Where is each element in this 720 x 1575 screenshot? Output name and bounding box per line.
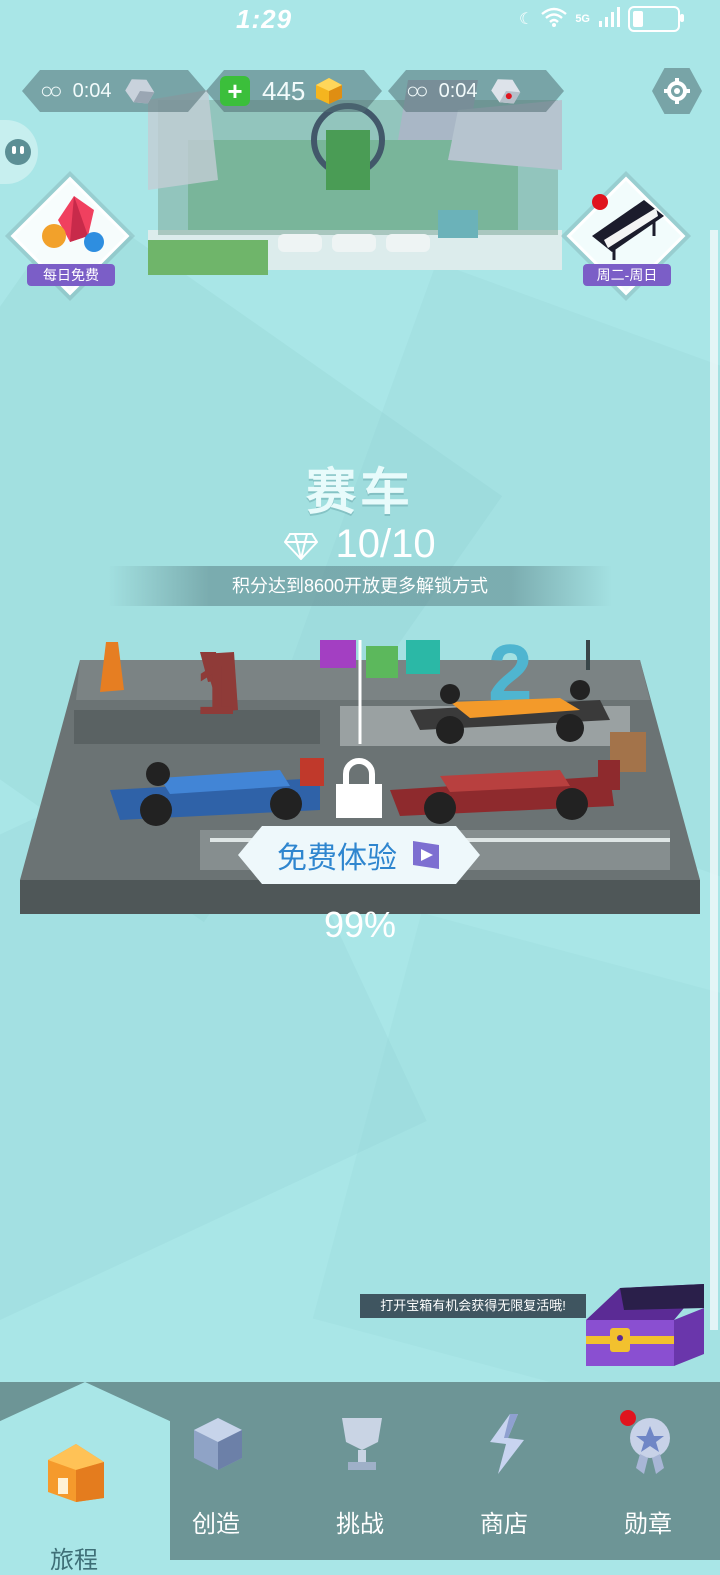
infinity-left-timer: 0:04 (72, 79, 112, 102)
status-bar: 1:29 ☾ 5G (0, 0, 720, 40)
tab-create-label: 创造 (192, 1511, 240, 1538)
heart-cube-icon (486, 72, 524, 110)
tab-challenge[interactable]: 挑战 (300, 1412, 420, 1538)
weekly-label: 周二-周日 (583, 264, 671, 286)
gems-pill[interactable]: + 445 (206, 70, 382, 112)
balloons-icon (42, 196, 104, 252)
tab-medals[interactable]: 勋章 (588, 1410, 708, 1538)
score-value: 10/10 (335, 522, 436, 566)
lightning-icon (490, 1414, 524, 1474)
svg-text:1: 1 (196, 651, 235, 729)
notification-dot (592, 194, 608, 210)
free-trial-button[interactable]: 免费体验 (238, 826, 480, 884)
level-title: 赛车 (306, 464, 414, 520)
lock-icon (336, 758, 382, 818)
house-icon (48, 1444, 104, 1502)
battery-icon (628, 6, 684, 32)
tab-shop[interactable]: 商店 (444, 1412, 564, 1538)
moon-icon: ☾ (518, 11, 534, 28)
top-hud: ○○ 0:04 + 445 ○○ 0:04 (22, 70, 698, 114)
face-icon (5, 139, 31, 165)
infinity-icon: ○○ (40, 78, 59, 103)
tab-create[interactable]: 创造 (156, 1412, 276, 1538)
progress-percent: 99% (323, 904, 397, 945)
treasure-chest-icon[interactable] (580, 1280, 710, 1370)
scroll-indicator (710, 230, 718, 1330)
weekly-event-badge[interactable]: 周二-周日 (566, 176, 686, 296)
signal-icon (598, 6, 620, 32)
medal-notification-dot (620, 1410, 636, 1426)
gems-count: 445 (262, 75, 306, 106)
infinity-lives-pill[interactable]: ○○ 0:04 (22, 70, 206, 112)
tab-shop-label: 商店 (480, 1511, 528, 1538)
infinity-hearts-pill[interactable]: ○○ 0:04 (388, 70, 564, 112)
gold-cube-icon (315, 77, 343, 105)
daily-free-label: 每日免费 (27, 264, 115, 286)
diamond-icon (284, 533, 319, 561)
unlock-hint-banner: 积分达到8600开放更多解锁方式 (108, 566, 612, 606)
free-trial-label: 免费体验 (277, 842, 397, 875)
tab-challenge-label: 挑战 (336, 1511, 384, 1538)
level-score: 10/10 (0, 522, 720, 567)
video-ad-icon (411, 839, 441, 871)
tab-medals-label: 勋章 (624, 1511, 672, 1538)
tab-journey-label: 旅程 (50, 1547, 98, 1574)
infinity-right-timer: 0:04 (438, 79, 478, 102)
infinity-icon-2: ○○ (406, 78, 425, 103)
chest-tip: 打开宝箱有机会获得无限复活哦! (360, 1294, 586, 1318)
daily-free-badge[interactable]: 每日免费 (10, 176, 130, 296)
gear-icon (664, 78, 690, 104)
add-gems-icon[interactable]: + (220, 76, 250, 106)
status-time: 1:29 (236, 4, 293, 34)
bottom-nav: 旅程 创造 挑战 商店 勋章 (0, 1382, 720, 1574)
cube-icon (194, 1418, 242, 1470)
grey-cube-icon (120, 72, 158, 110)
signal-label: 5G (575, 13, 590, 25)
trophy-icon (342, 1418, 382, 1470)
wifi-icon (541, 7, 568, 32)
